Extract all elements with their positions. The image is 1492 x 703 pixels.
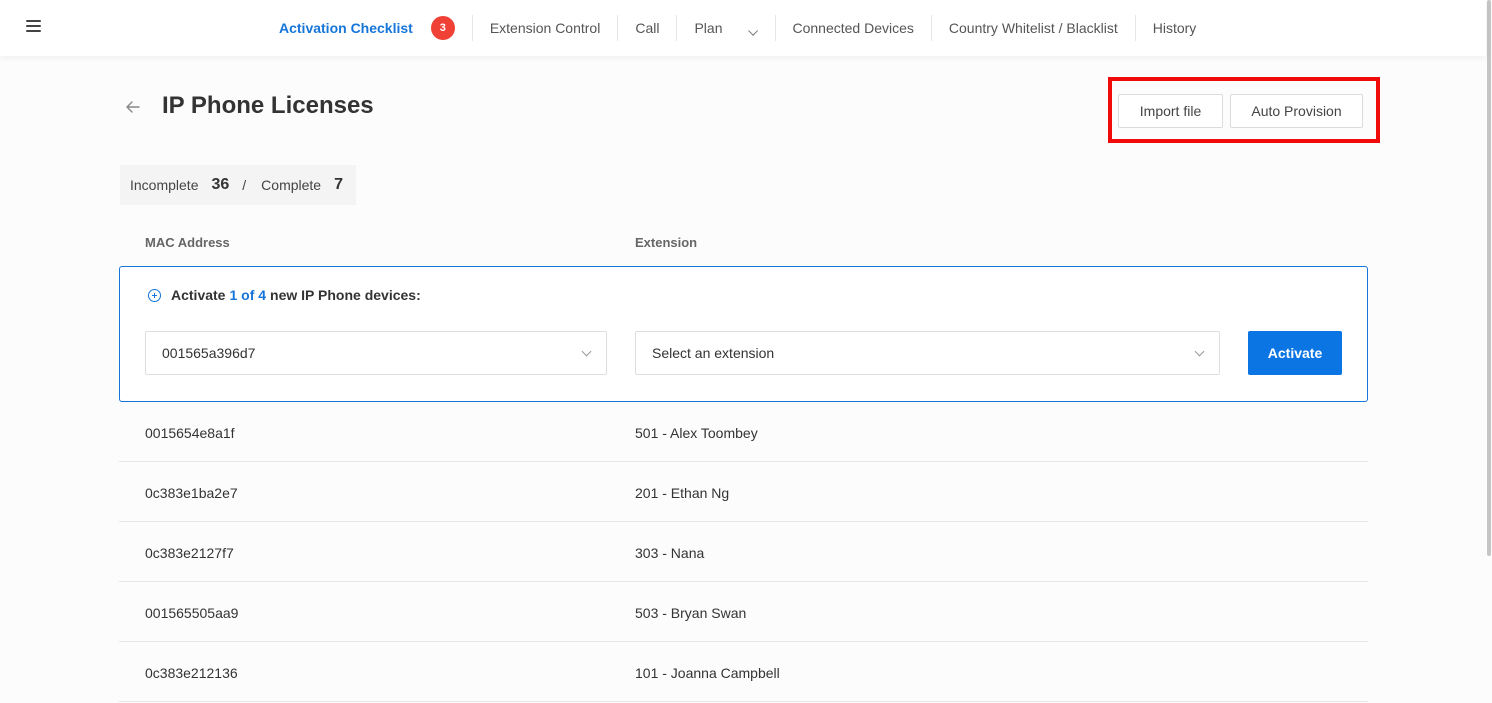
nav-tab-connected-devices[interactable]: Connected Devices [774, 15, 931, 41]
notification-badge: 3 [430, 16, 455, 40]
chevron-down-icon [1194, 346, 1205, 357]
activate-card-title: Activate 1 of 4 new IP Phone devices: [148, 287, 421, 303]
nav-tab-call[interactable]: Call [617, 15, 676, 41]
extension-cell: 201 - Ethan Ng [635, 485, 730, 501]
table-row[interactable]: 001565505aa9 503 - Bryan Swan [119, 582, 1368, 642]
table-row[interactable]: 0c383e2127f7 303 - Nana [119, 522, 1368, 582]
table-row[interactable]: 0c383e1ba2e7 201 - Ethan Ng [119, 462, 1368, 522]
table-row[interactable]: 0c383e212136 101 - Joanna Campbell [119, 642, 1368, 702]
nav-tab-label: Extension Control [489, 20, 601, 36]
nav-tab-country-whitelist-blacklist[interactable]: Country Whitelist / Blacklist [930, 15, 1135, 41]
extension-select-placeholder: Select an extension [652, 345, 775, 361]
nav-tab-label: Call [635, 20, 660, 36]
nav-tab-label: History [1152, 20, 1197, 36]
extension-cell: 503 - Bryan Swan [635, 605, 747, 621]
extension-cell: 101 - Joanna Campbell [635, 665, 780, 681]
page-title: IP Phone Licenses [162, 92, 374, 119]
device-list: 0015654e8a1f 501 - Alex Toombey 0c383e1b… [119, 402, 1368, 702]
top-navigation-bar: Activation Checklist 3 Extension Control… [0, 0, 1486, 56]
complete-count: 7 [334, 176, 343, 193]
activate-progress: 1 of 4 [229, 287, 267, 303]
summary-separator: / [242, 177, 247, 193]
plus-circle-icon [148, 288, 161, 302]
mac-address-cell: 0c383e212136 [145, 665, 238, 681]
column-header-mac-address: MAC Address [145, 235, 230, 250]
mac-address-cell: 0c383e1ba2e7 [145, 485, 238, 501]
nav-tab-label: Plan [694, 20, 723, 36]
incomplete-label: Incomplete [130, 177, 199, 193]
chevron-down-icon [747, 25, 758, 36]
arrow-left-icon[interactable] [124, 98, 142, 116]
extension-cell: 501 - Alex Toombey [635, 425, 758, 441]
nav-tab-label: Country Whitelist / Blacklist [948, 20, 1118, 36]
nav-tab-extension-control[interactable]: Extension Control [471, 15, 618, 41]
nav-tab-label: Activation Checklist [279, 20, 413, 36]
mac-address-cell: 001565505aa9 [145, 605, 239, 621]
activate-prefix: Activate [171, 287, 226, 303]
table-row[interactable]: 0015654e8a1f 501 - Alex Toombey [119, 402, 1368, 462]
activate-button[interactable]: Activate [1248, 331, 1342, 375]
activate-device-card: Activate 1 of 4 new IP Phone devices: 00… [119, 266, 1368, 402]
complete-label: Complete [261, 177, 322, 193]
incomplete-count: 36 [211, 176, 230, 193]
mac-address-cell: 0c383e2127f7 [145, 545, 234, 561]
extension-select[interactable]: Select an extension [635, 331, 1220, 375]
extension-cell: 303 - Nana [635, 545, 705, 561]
scrollbar-track[interactable] [1486, 0, 1492, 703]
scrollbar-thumb[interactable] [1487, 0, 1491, 556]
activate-suffix: new IP Phone devices: [270, 287, 421, 303]
chevron-down-icon [581, 346, 592, 357]
auto-provision-button[interactable]: Auto Provision [1230, 94, 1363, 128]
mac-address-select[interactable]: 001565a396d7 [145, 331, 607, 375]
nav-tab-activation-checklist[interactable]: Activation Checklist 3 [262, 15, 472, 41]
completion-summary: Incomplete 36 / Complete 7 [120, 165, 356, 205]
main-nav: Activation Checklist 3 Extension Control… [262, 0, 1213, 56]
nav-tab-history[interactable]: History [1134, 15, 1214, 41]
hamburger-menu-icon[interactable] [26, 20, 41, 32]
mac-address-cell: 0015654e8a1f [145, 425, 235, 441]
nav-tab-plan[interactable]: Plan [676, 15, 774, 41]
nav-tab-label: Connected Devices [792, 20, 914, 36]
mac-address-select-value: 001565a396d7 [162, 345, 256, 361]
import-file-button[interactable]: Import file [1118, 94, 1223, 128]
column-header-extension: Extension [635, 235, 698, 250]
